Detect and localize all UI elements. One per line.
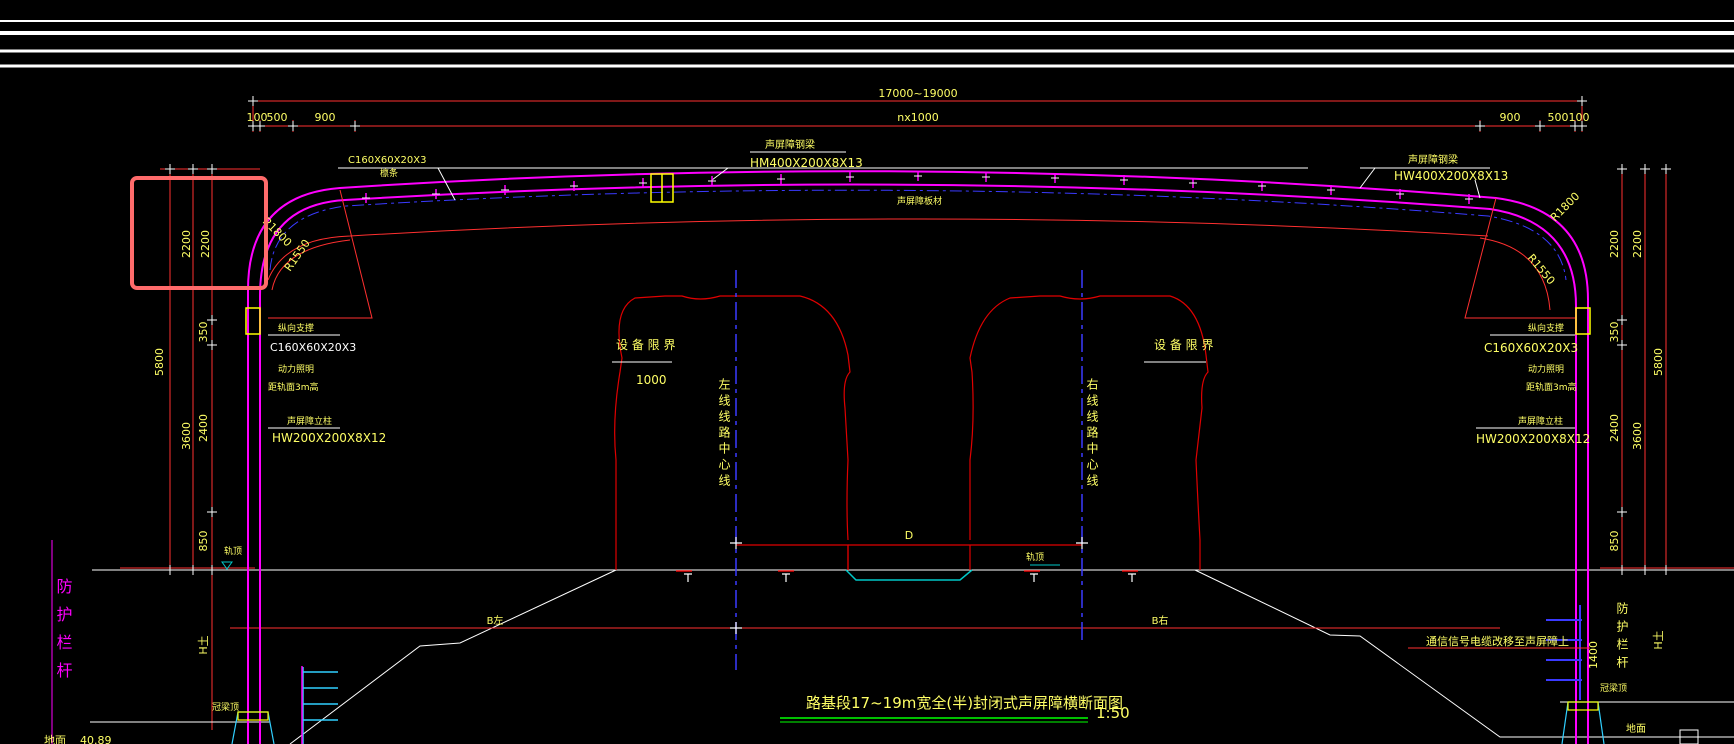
dim-middle: nx1000 xyxy=(897,111,938,124)
label-right-purlin-title: 纵向支撑 xyxy=(1528,322,1564,334)
drawing-canvas: 17000~19000 100 500 900 nx1000 900 500 1… xyxy=(0,0,1734,744)
dim-right-350: 350 xyxy=(1608,322,1621,343)
drawing-scale: 1:50 xyxy=(1096,704,1130,722)
label-rail-left: 轨顶 xyxy=(224,545,242,557)
label-base-right: 冠梁顶 xyxy=(1600,682,1627,694)
label-guardrail-left: 防护栏杆 xyxy=(54,578,73,690)
dim-500-left: 500 xyxy=(267,111,288,124)
label-track-gap: D xyxy=(905,529,913,542)
label-top-beam-title: 声屏障钢梁 xyxy=(765,138,815,151)
drawing-title: 路基段17~19m宽全(半)封闭式声屏障横断面图 xyxy=(806,694,1123,712)
dim-left-h-tu: H土 xyxy=(197,635,210,654)
label-left-column-title: 声屏障立柱 xyxy=(287,415,332,427)
dim-900-left: 900 xyxy=(315,111,336,124)
dim-100-left: 100 xyxy=(247,111,268,124)
dim-right-850: 850 xyxy=(1608,531,1621,552)
label-left-beam-sub: 檩条 xyxy=(380,167,398,179)
dim-overall: 17000~19000 xyxy=(878,87,957,100)
label-equip-right: 设 备 限 界 xyxy=(1154,338,1213,352)
label-right-line: 右线线路中心线 xyxy=(1085,377,1099,490)
label-base-left: 冠梁顶 xyxy=(212,701,239,713)
label-right-beam-size: HW400X200X8X13 xyxy=(1394,169,1508,183)
label-left-light: 动力照明 xyxy=(278,363,314,375)
label-guardrail-right: 防护栏杆 xyxy=(1615,601,1629,674)
label-right-light-sub: 距轨面3m高 xyxy=(1526,381,1577,393)
label-ground-right: 地面 xyxy=(1626,722,1646,735)
label-b-left: B左 xyxy=(487,614,504,627)
label-b-right: B右 xyxy=(1152,614,1169,627)
label-equip-left-value: 1000 xyxy=(636,373,667,387)
label-rail-right: 轨顶 xyxy=(1026,551,1044,563)
label-cable-note: 通信信号电缆改移至声屏障上 xyxy=(1426,634,1569,648)
dim-right-2200-a: 2200 xyxy=(1608,230,1621,258)
label-ground-value: 40.89 xyxy=(80,734,112,744)
label-equip-left: 设 备 限 界 xyxy=(616,338,675,352)
label-top-beam-size: HM400X200X8X13 xyxy=(750,156,863,170)
label-right-column-title: 声屏障立柱 xyxy=(1518,415,1563,427)
dim-left-2400: 2400 xyxy=(197,414,210,442)
label-left-column-size: HW200X200X8X12 xyxy=(272,431,386,445)
label-right-purlin-size: C160X60X20X3 xyxy=(1484,341,1578,355)
dim-right-5800: 5800 xyxy=(1652,348,1665,376)
dim-left-2200-a: 2200 xyxy=(180,230,193,258)
dim-right-2200-b: 2200 xyxy=(1631,230,1644,258)
dim-right-3600: 3600 xyxy=(1631,422,1644,450)
label-ground-left: 地面 xyxy=(44,734,66,744)
dim-left-850: 850 xyxy=(197,531,210,552)
dim-100-right: 100 xyxy=(1569,111,1590,124)
dim-900-right: 900 xyxy=(1500,111,1521,124)
dim-500-right: 500 xyxy=(1548,111,1569,124)
dim-left-2200-b: 2200 xyxy=(199,230,212,258)
label-left-purlin-title: 纵向支撑 xyxy=(278,322,314,334)
label-left-purlin-size: C160X60X20X3 xyxy=(270,341,356,354)
dim-left-350: 350 xyxy=(197,322,210,343)
label-right-column-size: HW200X200X8X12 xyxy=(1476,432,1590,446)
label-right-light: 动力照明 xyxy=(1528,363,1564,375)
dim-right-2400: 2400 xyxy=(1608,414,1621,442)
dim-left-3600: 3600 xyxy=(180,422,193,450)
label-left-line: 左线线路中心线 xyxy=(717,377,731,490)
label-right-beam-title: 声屏障钢梁 xyxy=(1408,153,1458,166)
label-left-light-sub: 距轨面3m高 xyxy=(268,381,319,393)
dim-left-5800: 5800 xyxy=(153,348,166,376)
dim-right-h-tu: H土 xyxy=(1652,630,1665,649)
label-arch-inner: 声屏障板材 xyxy=(897,195,942,207)
label-left-beam: C160X60X20X3 xyxy=(348,155,426,166)
